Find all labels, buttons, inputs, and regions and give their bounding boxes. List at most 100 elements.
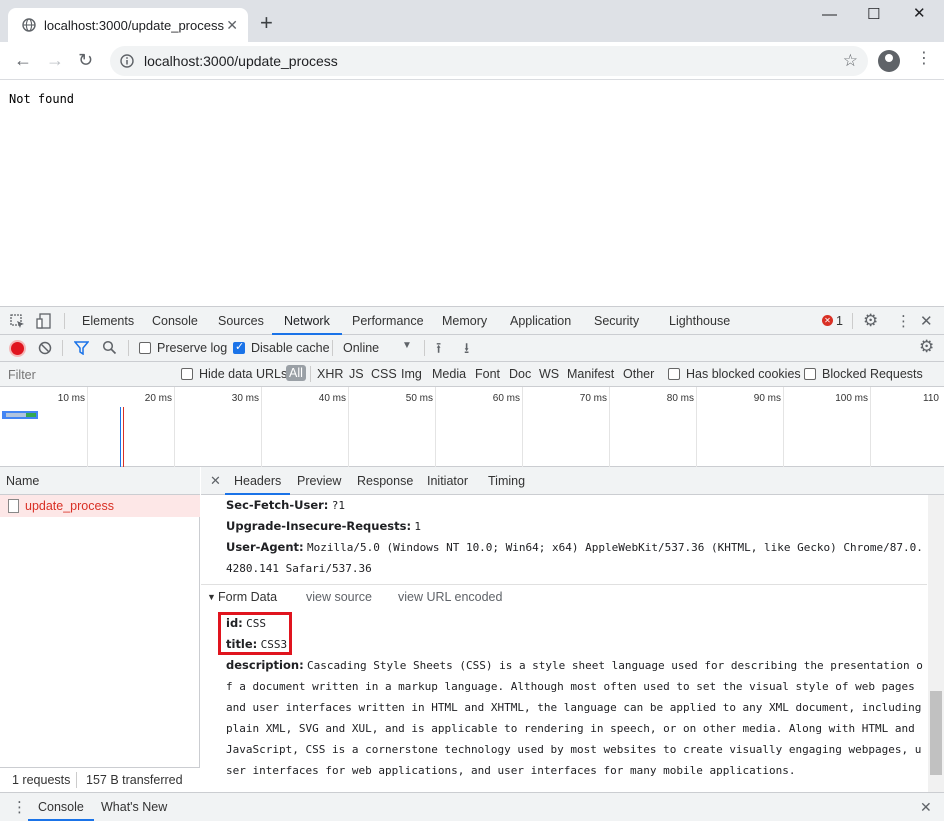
tab-sources[interactable]: Sources [218, 307, 264, 335]
filter-type-all[interactable]: All [286, 365, 306, 381]
filter-input[interactable]: Filter [8, 368, 36, 382]
error-icon[interactable]: ✕ [822, 315, 833, 326]
error-count[interactable]: 1 [836, 314, 843, 328]
header-line: User-Agent: Mozilla/5.0 (Windows NT 10.0… [226, 537, 926, 579]
name-column-header[interactable]: Name [0, 467, 200, 495]
tab-strip: localhost:3000/update_process ✕ + — ☐ ✕ [0, 0, 944, 42]
header-value: 1 [414, 520, 422, 533]
filter-type-xhr[interactable]: XHR [317, 367, 343, 381]
network-settings-gear-icon[interactable]: ⚙ [919, 337, 934, 357]
browser-toolbar: ← → ↻ localhost:3000/update_process ☆ [0, 42, 944, 80]
back-icon[interactable]: ← [14, 51, 32, 69]
settings-gear-icon[interactable]: ⚙ [863, 311, 878, 331]
drawer-menu-icon[interactable]: ⋮ [12, 798, 27, 816]
tab-network[interactable]: Network [272, 307, 342, 335]
tab-elements[interactable]: Elements [82, 307, 134, 335]
address-bar[interactable]: localhost:3000/update_process ☆ [110, 46, 868, 76]
minimize-icon[interactable]: — [822, 6, 837, 23]
tab-headers[interactable]: Headers [225, 467, 291, 495]
tick-label: 40 ms [318, 393, 346, 404]
form-value: Cascading Style Sheets (CSS) is a style … [226, 659, 923, 777]
preserve-log-checkbox[interactable] [139, 342, 151, 354]
filter-type-doc[interactable]: Doc [509, 367, 531, 381]
header-key: Sec-Fetch-User: [226, 498, 329, 512]
tab-application[interactable]: Application [510, 307, 571, 335]
filter-bar: Filter Hide data URLs All XHR JS CSS Img… [0, 362, 944, 387]
tab-performance[interactable]: Performance [352, 307, 424, 335]
tab-lighthouse[interactable]: Lighthouse [669, 307, 730, 335]
throttling-select[interactable]: Online [343, 341, 379, 355]
search-icon[interactable] [102, 340, 117, 355]
info-icon [120, 54, 134, 68]
new-tab-button[interactable]: + [260, 12, 273, 34]
clear-icon[interactable] [38, 341, 52, 355]
drawer-tab-console[interactable]: Console [28, 793, 94, 821]
bookmark-star-icon[interactable]: ☆ [843, 51, 858, 71]
tab-initiator[interactable]: Initiator [427, 474, 468, 488]
drawer-close-icon[interactable]: ✕ [920, 799, 932, 816]
filter-type-manifest[interactable]: Manifest [567, 367, 614, 381]
request-list: Name update_process 1 requests 157 B tra… [0, 467, 200, 792]
devtools-close-icon[interactable]: ✕ [920, 312, 933, 330]
maximize-icon[interactable]: ☐ [867, 5, 880, 23]
request-row[interactable]: update_process [0, 495, 200, 517]
filter-type-img[interactable]: Img [401, 367, 422, 381]
header-key: User-Agent: [226, 540, 304, 554]
globe-icon [22, 18, 36, 32]
tab-response[interactable]: Response [357, 474, 413, 488]
close-details-icon[interactable]: ✕ [210, 473, 221, 489]
filter-type-ws[interactable]: WS [539, 367, 559, 381]
profile-avatar[interactable] [878, 50, 900, 72]
tab-security[interactable]: Security [594, 307, 639, 335]
record-icon[interactable] [11, 342, 24, 355]
header-line: Upgrade-Insecure-Requests: 1 [226, 516, 926, 537]
reload-icon[interactable]: ↻ [78, 51, 93, 69]
load-event-line [123, 407, 124, 467]
view-source-link[interactable]: view source [306, 590, 372, 604]
filter-type-css[interactable]: CSS [371, 367, 397, 381]
filter-funnel-icon[interactable] [74, 341, 89, 355]
tick-label: 100 ms [835, 393, 868, 404]
request-name: update_process [25, 499, 114, 513]
inspect-element-icon[interactable] [10, 314, 25, 329]
devtools-menu-icon[interactable]: ⋮ [896, 312, 911, 330]
devtools-tabbar: Elements Console Sources Network Perform… [0, 307, 944, 335]
chevron-down-icon[interactable]: ▼ [402, 340, 412, 351]
tab-close-icon[interactable]: ✕ [226, 17, 238, 34]
blocked-requests-checkbox[interactable] [804, 368, 816, 380]
tab-timing[interactable]: Timing [488, 474, 525, 488]
form-data-section-header[interactable]: ▼ Form Data view source view URL encoded [207, 589, 907, 609]
triangle-down-icon: ▼ [207, 592, 216, 602]
hide-data-urls-checkbox[interactable] [181, 368, 193, 380]
has-blocked-cookies-label: Has blocked cookies [686, 367, 801, 381]
browser-tab[interactable]: localhost:3000/update_process ✕ [8, 8, 248, 42]
tab-console[interactable]: Console [152, 307, 198, 335]
filter-type-media[interactable]: Media [432, 367, 466, 381]
view-url-encoded-link[interactable]: view URL encoded [398, 590, 502, 604]
filter-type-font[interactable]: Font [475, 367, 500, 381]
has-blocked-cookies-checkbox[interactable] [668, 368, 680, 380]
export-har-icon[interactable]: ⭳ [464, 338, 469, 363]
form-field-description: description: Cascading Style Sheets (CSS… [226, 655, 926, 781]
device-toolbar-icon[interactable] [36, 313, 51, 329]
filter-type-js[interactable]: JS [349, 367, 364, 381]
disable-cache-checkbox[interactable] [233, 340, 245, 354]
scrollbar-thumb[interactable] [930, 691, 942, 775]
import-har-icon[interactable]: ⭱ [436, 338, 441, 363]
tab-preview[interactable]: Preview [297, 474, 341, 488]
form-key: description: [226, 658, 304, 672]
window-close-icon[interactable]: ✕ [913, 4, 926, 22]
details-scrollbar[interactable] [928, 495, 944, 792]
browser-menu-icon[interactable]: ⋮ [916, 51, 932, 67]
header-key: Upgrade-Insecure-Requests: [226, 519, 412, 533]
page-content: Not found [0, 81, 944, 306]
filter-type-other[interactable]: Other [623, 367, 654, 381]
overview-timeline[interactable]: 10 ms 20 ms 30 ms 40 ms 50 ms 60 ms 70 m… [0, 387, 944, 467]
request-bar-download [26, 413, 36, 417]
header-value: Mozilla/5.0 (Windows NT 10.0; Win64; x64… [226, 541, 923, 575]
forward-icon[interactable]: → [46, 51, 64, 69]
form-field-id: id: CSS [226, 613, 926, 634]
tab-memory[interactable]: Memory [442, 307, 487, 335]
form-data-title: Form Data [218, 590, 278, 604]
drawer-tab-whats-new[interactable]: What's New [101, 800, 167, 814]
